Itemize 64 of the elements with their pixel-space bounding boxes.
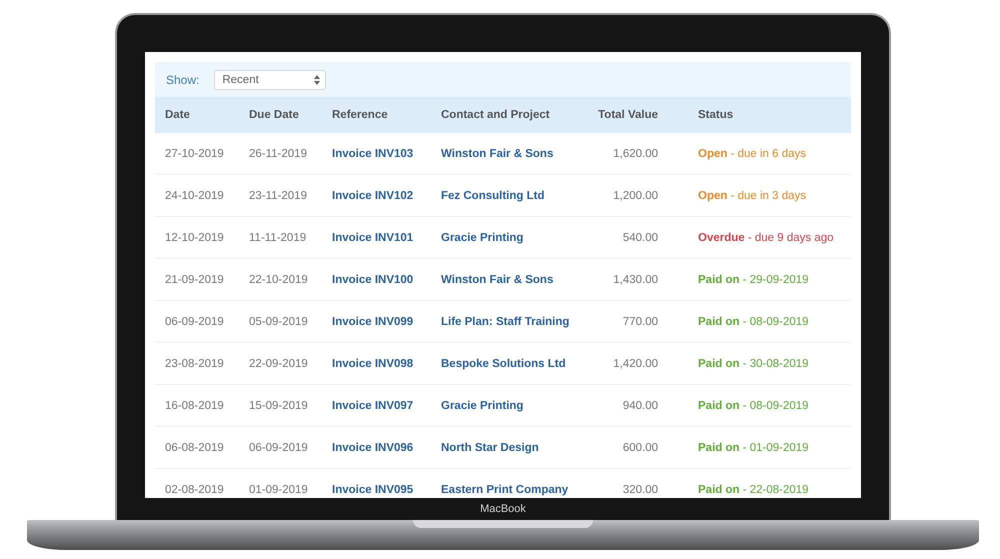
status-text: Paid on - 29-09-2019 [697, 273, 809, 288]
table-cell-text: 01-09-2019 [249, 483, 309, 498]
table-cell-text: 27-10-2019 [165, 147, 225, 162]
column-header: Contact and Project [441, 109, 551, 121]
table-cell-text: 26-11-2019 [249, 147, 308, 162]
table-cell-text: 1,420.00 [613, 357, 658, 372]
status-text: Paid on - 08-09-2019 [697, 315, 809, 330]
table-cell-text: 12-10-2019 [165, 231, 225, 246]
table-cell-text: 22-10-2019 [249, 273, 309, 288]
status-text: Overdue - due 9 days ago [697, 231, 834, 246]
contact-link[interactable]: Bespoke Solutions Ltd [441, 356, 566, 372]
contact-link[interactable]: Fez Consulting Ltd [441, 188, 544, 204]
table-cell-text: 940.00 [622, 399, 658, 414]
contact-link[interactable]: Eastern Print Company [441, 482, 568, 498]
invoice-link[interactable]: Invoice INV101 [332, 230, 414, 246]
table-cell-text: 23-08-2019 [165, 357, 225, 372]
table-cell-text: 540.00 [622, 231, 658, 246]
invoice-link[interactable]: Invoice INV097 [332, 398, 414, 414]
status-text: Paid on - 08-09-2019 [697, 399, 809, 414]
table-cell-text: 16-08-2019 [165, 399, 225, 414]
filter-label: Show: [166, 72, 200, 86]
contact-link[interactable]: Winston Fair & Sons [441, 146, 554, 162]
table-cell-text: 05-09-2019 [249, 315, 309, 330]
table-cell-text: 06-09-2019 [249, 441, 309, 456]
column-header: Date [165, 109, 191, 121]
status-text: Paid on - 22-08-2019 [697, 483, 809, 498]
show-select[interactable]: Recent [214, 70, 326, 90]
invoice-link[interactable]: Invoice INV098 [332, 356, 414, 372]
table-cell-text: 06-09-2019 [165, 315, 225, 330]
invoice-link[interactable]: Invoice INV095 [332, 482, 414, 498]
table-cell-text: 320.00 [622, 483, 658, 498]
table-cell-text: 21-09-2019 [165, 273, 225, 288]
contact-link[interactable]: Winston Fair & Sons [441, 272, 554, 288]
table-cell-text: 22-09-2019 [249, 357, 309, 372]
contact-link[interactable]: Life Plan: Staff Training [441, 314, 570, 330]
table-cell-text: 15-09-2019 [249, 399, 309, 414]
column-header: Reference [332, 109, 389, 121]
status-text: Paid on - 01-09-2019 [697, 441, 809, 456]
status-text: Paid on - 30-08-2019 [697, 357, 809, 372]
column-header: Total Value [598, 109, 658, 121]
status-text: Open - due in 6 days [697, 147, 806, 162]
table-cell-text: 11-11-2019 [249, 231, 308, 246]
invoice-link[interactable]: Invoice INV096 [332, 440, 414, 456]
table-cell-text: 02-08-2019 [165, 483, 225, 498]
table-cell-text: 1,200.00 [613, 189, 658, 204]
invoice-link[interactable]: Invoice INV103 [332, 146, 414, 162]
brand-label: MacBook [480, 503, 526, 515]
table-cell-text: 770.00 [622, 315, 658, 330]
column-header: Status [697, 109, 734, 121]
invoice-link[interactable]: Invoice INV099 [332, 314, 414, 330]
table-cell-text: 06-08-2019 [165, 441, 225, 456]
table-cell-text: 1,430.00 [613, 273, 658, 288]
invoice-link[interactable]: Invoice INV102 [332, 188, 414, 204]
contact-link[interactable]: Gracie Printing [441, 398, 524, 414]
table-cell-text: 23-11-2019 [249, 189, 308, 204]
contact-link[interactable]: North Star Design [441, 440, 539, 456]
contact-link[interactable]: Gracie Printing [441, 230, 524, 246]
sort-arrows-icon [314, 74, 320, 84]
column-header: Due Date [249, 109, 300, 121]
status-text: Open - due in 3 days [697, 189, 806, 204]
table-cell-text: 1,620.00 [613, 147, 658, 162]
invoice-link[interactable]: Invoice INV100 [332, 272, 414, 288]
table-cell-text: 24-10-2019 [165, 189, 225, 204]
table-cell-text: 600.00 [622, 441, 658, 456]
